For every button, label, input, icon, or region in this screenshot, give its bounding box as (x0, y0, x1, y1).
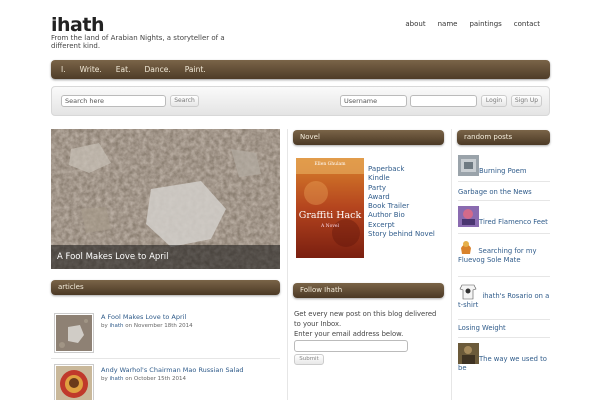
article-thumbnail-image (56, 366, 92, 400)
list-item: Andy Warhol's Chairman Mao Russian Salad… (51, 360, 280, 400)
login-button[interactable]: Login (481, 95, 507, 107)
article-thumbnail[interactable] (54, 364, 94, 400)
article-author[interactable]: ihath (110, 376, 124, 382)
random-post-title[interactable]: Burning Poem (479, 167, 526, 175)
random-posts-heading: random posts (457, 130, 550, 145)
list-item[interactable]: Tired Flamenco Feet (458, 206, 550, 227)
novel-heading: Novel (293, 130, 444, 145)
book-author: Ellen Ghulam (314, 162, 346, 167)
main-nav-dance[interactable]: Dance. (144, 65, 170, 74)
book-subtitle: A Novel (321, 224, 339, 229)
article-author[interactable]: ihath (110, 323, 124, 329)
follow-text: Get every new post on this blog delivere… (294, 310, 437, 328)
main-nav-i[interactable]: I. (61, 65, 66, 74)
article-date: on October 15th 2014 (125, 376, 187, 382)
article-thumbnail[interactable] (54, 313, 94, 353)
divider (458, 181, 550, 182)
list-item[interactable]: ihath's Rosario on a t-shirt (458, 281, 550, 310)
top-nav-about[interactable]: about (405, 20, 425, 28)
site-tagline: From the land of Arabian Nights, a story… (51, 34, 225, 50)
post-thumbnail (458, 343, 479, 364)
post-thumbnail (458, 206, 479, 227)
main-nav-write[interactable]: Write. (80, 65, 102, 74)
post-thumbnail (458, 155, 479, 176)
list-item[interactable]: The way we used to be (458, 343, 550, 373)
column-divider (287, 129, 288, 400)
list-item[interactable]: Losing Weight (458, 324, 550, 333)
email-label: Enter your email address below. (294, 330, 404, 338)
article-title[interactable]: Andy Warhol's Chairman Mao Russian Salad (101, 366, 244, 374)
hero-caption[interactable]: A Fool Makes Love to April (51, 245, 280, 269)
list-item[interactable]: Burning Poem (458, 155, 550, 176)
featured-post-image[interactable]: A Fool Makes Love to April (51, 129, 280, 269)
articles-heading: articles (51, 280, 280, 295)
follow-heading: Follow Ihath (293, 283, 444, 298)
article-thumbnail-image (56, 315, 92, 351)
novel-link-story[interactable]: Story behind Novel (368, 230, 435, 239)
novel-link-party[interactable]: Party (368, 184, 435, 193)
divider (51, 358, 280, 359)
site-title[interactable]: ihath (51, 14, 104, 36)
search-login-bar: Search here Search Username Login Sign U… (51, 86, 550, 116)
top-nav-name[interactable]: name (438, 20, 458, 28)
article-title[interactable]: A Fool Makes Love to April (101, 313, 186, 321)
divider (458, 233, 550, 234)
post-thumbnail (458, 281, 478, 301)
main-nav: I. Write. Eat. Dance. Paint. (51, 60, 550, 79)
novel-link-paperback[interactable]: Paperback (368, 165, 435, 174)
novel-link-award[interactable]: Award (368, 193, 435, 202)
list-item[interactable]: Garbage on the News (458, 188, 550, 197)
book-cover[interactable]: Ellen Ghulam Graffiti Hack A Novel (296, 158, 364, 258)
main-nav-paint[interactable]: Paint. (185, 65, 206, 74)
novel-link-excerpt[interactable]: Excerpt (368, 221, 435, 230)
list-item[interactable]: Searching for my Fluevog Sole Mate (458, 238, 550, 265)
divider (458, 276, 550, 277)
top-nav: about name paintings contact (405, 20, 540, 28)
divider (458, 319, 550, 320)
article-date: on November 18th 2014 (125, 323, 193, 329)
password-input[interactable] (410, 95, 477, 107)
novel-link-kindle[interactable]: Kindle (368, 174, 435, 183)
divider (458, 337, 550, 338)
main-nav-eat[interactable]: Eat. (116, 65, 131, 74)
novel-link-author-bio[interactable]: Author Bio (368, 211, 435, 220)
column-divider (451, 129, 452, 400)
username-input[interactable]: Username (340, 95, 407, 107)
random-post-title[interactable]: Tired Flamenco Feet (479, 218, 548, 226)
list-item: A Fool Makes Love to April by ihath on N… (51, 305, 280, 360)
follow-description: Get every new post on this blog delivere… (294, 309, 444, 339)
novel-link-book-trailer[interactable]: Book Trailer (368, 202, 435, 211)
top-nav-contact[interactable]: contact (514, 20, 540, 28)
random-post-title[interactable]: Losing Weight (458, 324, 506, 332)
divider (458, 200, 550, 201)
signup-button[interactable]: Sign Up (511, 95, 542, 107)
search-input[interactable]: Search here (61, 95, 166, 107)
email-field[interactable] (294, 340, 408, 352)
novel-links: Paperback Kindle Party Award Book Traile… (368, 165, 435, 239)
submit-button[interactable]: Submit (294, 354, 324, 365)
random-post-title[interactable]: Garbage on the News (458, 188, 532, 196)
book-title: Graffiti Hack (298, 210, 362, 221)
top-nav-paintings[interactable]: paintings (469, 20, 501, 28)
search-button[interactable]: Search (170, 95, 199, 107)
post-thumbnail (458, 238, 474, 256)
book-cover-image (296, 158, 364, 258)
